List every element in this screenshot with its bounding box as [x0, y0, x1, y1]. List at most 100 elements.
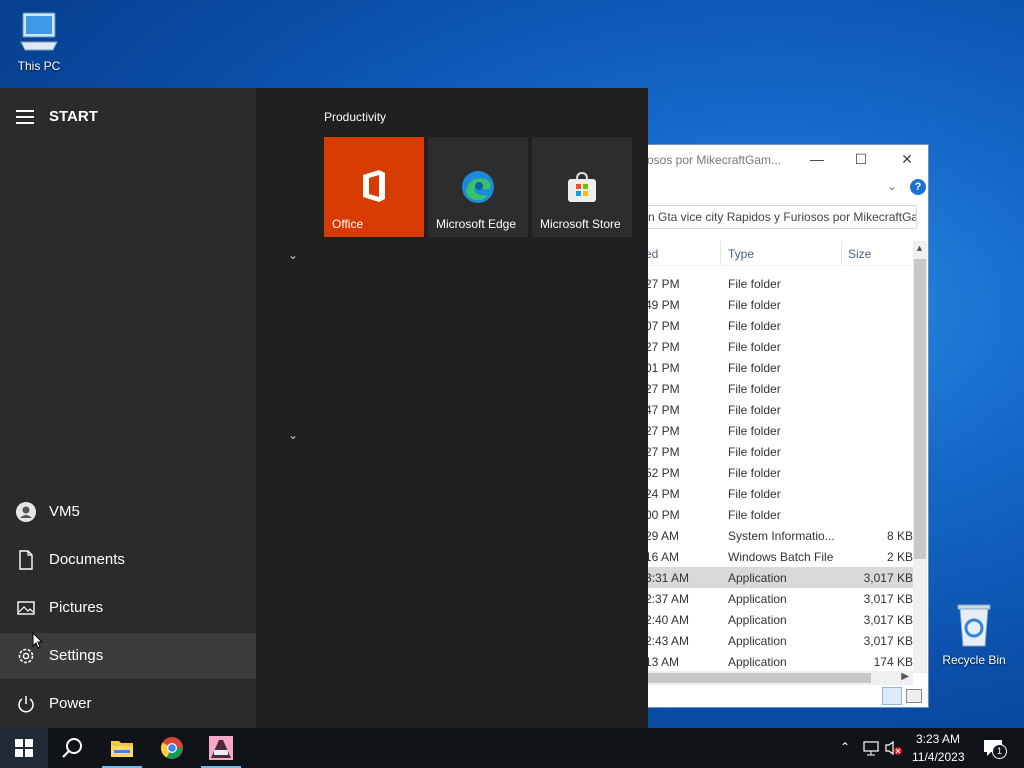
address-bar[interactable]: n Gta vice city Rapidos y Furiosos por M… — [643, 205, 917, 229]
file-list-row[interactable]: 27 PM File folder — [641, 420, 913, 441]
scrollbar-thumb[interactable] — [914, 259, 926, 559]
chrome-icon — [161, 737, 183, 759]
file-list: 27 PM File folder 49 PM File folder 07 PM Fil… — [641, 273, 913, 672]
row-type: File folder — [728, 445, 781, 459]
tile-microsoft-edge[interactable]: Microsoft Edge — [428, 137, 528, 237]
file-list-row[interactable]: 47 PM File folder — [641, 399, 913, 420]
picture-icon — [17, 601, 35, 615]
horizontal-scrollbar[interactable]: ▶ — [641, 671, 913, 685]
row-date-modified: 27 PM — [645, 340, 680, 354]
row-size: 3,017 KB — [863, 634, 913, 648]
row-type: Application — [728, 613, 787, 627]
tile-group-title[interactable]: Productivity — [324, 110, 386, 124]
nav-pictures[interactable]: Pictures — [0, 585, 256, 631]
tile-office[interactable]: Office — [324, 137, 424, 237]
search-button[interactable] — [48, 728, 96, 768]
row-type: File folder — [728, 403, 781, 417]
this-pc-label: This PC — [17, 59, 61, 73]
power-label: Power — [49, 695, 92, 712]
file-list-row[interactable]: 07 PM File folder — [641, 315, 913, 336]
row-date-modified: 27 PM — [645, 445, 680, 459]
file-explorer-taskbar-button[interactable] — [98, 728, 146, 768]
expand-ribbon-icon[interactable]: ⌄ — [887, 179, 897, 193]
large-icons-view-icon[interactable] — [906, 689, 922, 703]
explorer-titlebar[interactable]: osos por MikecraftGam... — ☐ ✕ — [641, 145, 928, 175]
file-list-row[interactable]: 13 AM Application 174 KB — [641, 651, 913, 672]
row-date-modified: 01 PM — [645, 361, 680, 375]
explorer-title: osos por MikecraftGam... — [647, 153, 782, 167]
row-type: Application — [728, 634, 787, 648]
action-center-button[interactable]: 1 — [978, 732, 1014, 764]
row-type: File folder — [728, 487, 781, 501]
row-date-modified: 2:37 AM — [645, 592, 690, 606]
start-button[interactable] — [0, 728, 48, 768]
row-date-modified: 24 PM — [645, 487, 680, 501]
close-button[interactable]: ✕ — [895, 149, 919, 169]
details-view-icon[interactable] — [882, 687, 902, 705]
row-type: File folder — [728, 382, 781, 396]
scrollbar-thumb[interactable] — [641, 673, 871, 683]
vertical-scrollbar[interactable]: ▲ — [913, 241, 927, 673]
row-type: Application — [728, 592, 787, 606]
desktop-icon-this-pc[interactable]: This PC — [3, 10, 75, 73]
nav-documents[interactable]: Documents — [0, 537, 256, 583]
show-hidden-icons-chevron-icon[interactable]: ⌃ — [840, 740, 850, 754]
row-type: File folder — [728, 508, 781, 522]
row-size: 8 KB — [886, 529, 913, 543]
file-list-row[interactable]: 27 PM File folder — [641, 273, 913, 294]
help-icon[interactable]: ? — [910, 179, 926, 195]
file-list-row[interactable]: 16 AM Windows Batch File 2 KB — [641, 546, 913, 567]
clock-date[interactable]: 11/4/2023 — [912, 750, 965, 764]
scroll-up-icon[interactable]: ▲ — [915, 243, 924, 253]
app-taskbar-button[interactable] — [197, 728, 245, 768]
folder-icon — [111, 741, 133, 757]
file-list-row[interactable]: 27 PM File folder — [641, 378, 913, 399]
row-type: File folder — [728, 340, 781, 354]
file-list-row[interactable]: 29 AM System Informatio... 8 KB — [641, 525, 913, 546]
tile-label: Microsoft Store — [540, 217, 621, 231]
chrome-taskbar-button[interactable] — [148, 728, 196, 768]
minimize-button[interactable]: — — [805, 149, 829, 169]
notification-count-badge: 1 — [992, 744, 1007, 759]
file-list-row[interactable]: 01 PM File folder — [641, 357, 913, 378]
tile-microsoft-store[interactable]: Microsoft Store — [532, 137, 632, 237]
recycle-bin-icon — [957, 604, 991, 647]
nav-power[interactable]: Power — [0, 681, 256, 727]
file-list-row[interactable]: 3:31 AM Application 3,017 KB — [641, 567, 913, 588]
clock-time[interactable]: 3:23 AM — [916, 732, 960, 746]
row-size: 3,017 KB — [863, 571, 913, 585]
maximize-button[interactable]: ☐ — [849, 149, 873, 169]
network-icon[interactable] — [862, 740, 880, 756]
document-icon — [19, 550, 33, 570]
file-explorer-window[interactable]: osos por MikecraftGam... — ☐ ✕ ⌄ ? n Gta… — [640, 144, 929, 708]
collapse-group-chevron-icon[interactable]: ⌄ — [288, 248, 298, 262]
row-date-modified: 3:31 AM — [645, 571, 690, 585]
file-list-row[interactable]: 00 PM File folder — [641, 504, 913, 525]
taskbar: ⌃ 3:23 AM 11/4/2023 1 — [0, 728, 1024, 768]
start-header[interactable]: START — [16, 108, 236, 128]
tile-label: Office — [332, 217, 364, 231]
row-type: File folder — [728, 361, 781, 375]
volume-muted-icon[interactable] — [884, 740, 904, 756]
file-list-row[interactable]: 49 PM File folder — [641, 294, 913, 315]
column-type[interactable]: Type — [728, 247, 754, 261]
documents-label: Documents — [49, 551, 125, 568]
file-list-row[interactable]: 27 PM File folder — [641, 336, 913, 357]
column-size[interactable]: Size — [848, 247, 871, 261]
file-list-row[interactable]: 2:43 AM Application 3,017 KB — [641, 630, 913, 651]
row-date-modified: 07 PM — [645, 319, 680, 333]
user-name: VM5 — [49, 503, 80, 520]
nav-user-account[interactable]: VM5 — [0, 489, 256, 535]
file-list-row[interactable]: 24 PM File folder — [641, 483, 913, 504]
file-list-row[interactable]: 2:37 AM Application 3,017 KB — [641, 588, 913, 609]
edge-icon — [462, 171, 494, 203]
store-bag-icon — [568, 171, 596, 202]
hamburger-menu-icon[interactable] — [16, 110, 34, 124]
collapse-group-chevron-icon[interactable]: ⌄ — [288, 428, 298, 442]
file-list-row[interactable]: 27 PM File folder — [641, 441, 913, 462]
scroll-right-icon[interactable]: ▶ — [901, 671, 909, 682]
desktop-icon-recycle-bin[interactable]: Recycle Bin — [938, 602, 1010, 667]
row-type: System Informatio... — [728, 529, 835, 543]
file-list-row[interactable]: 2:40 AM Application 3,017 KB — [641, 609, 913, 630]
file-list-row[interactable]: 52 PM File folder — [641, 462, 913, 483]
